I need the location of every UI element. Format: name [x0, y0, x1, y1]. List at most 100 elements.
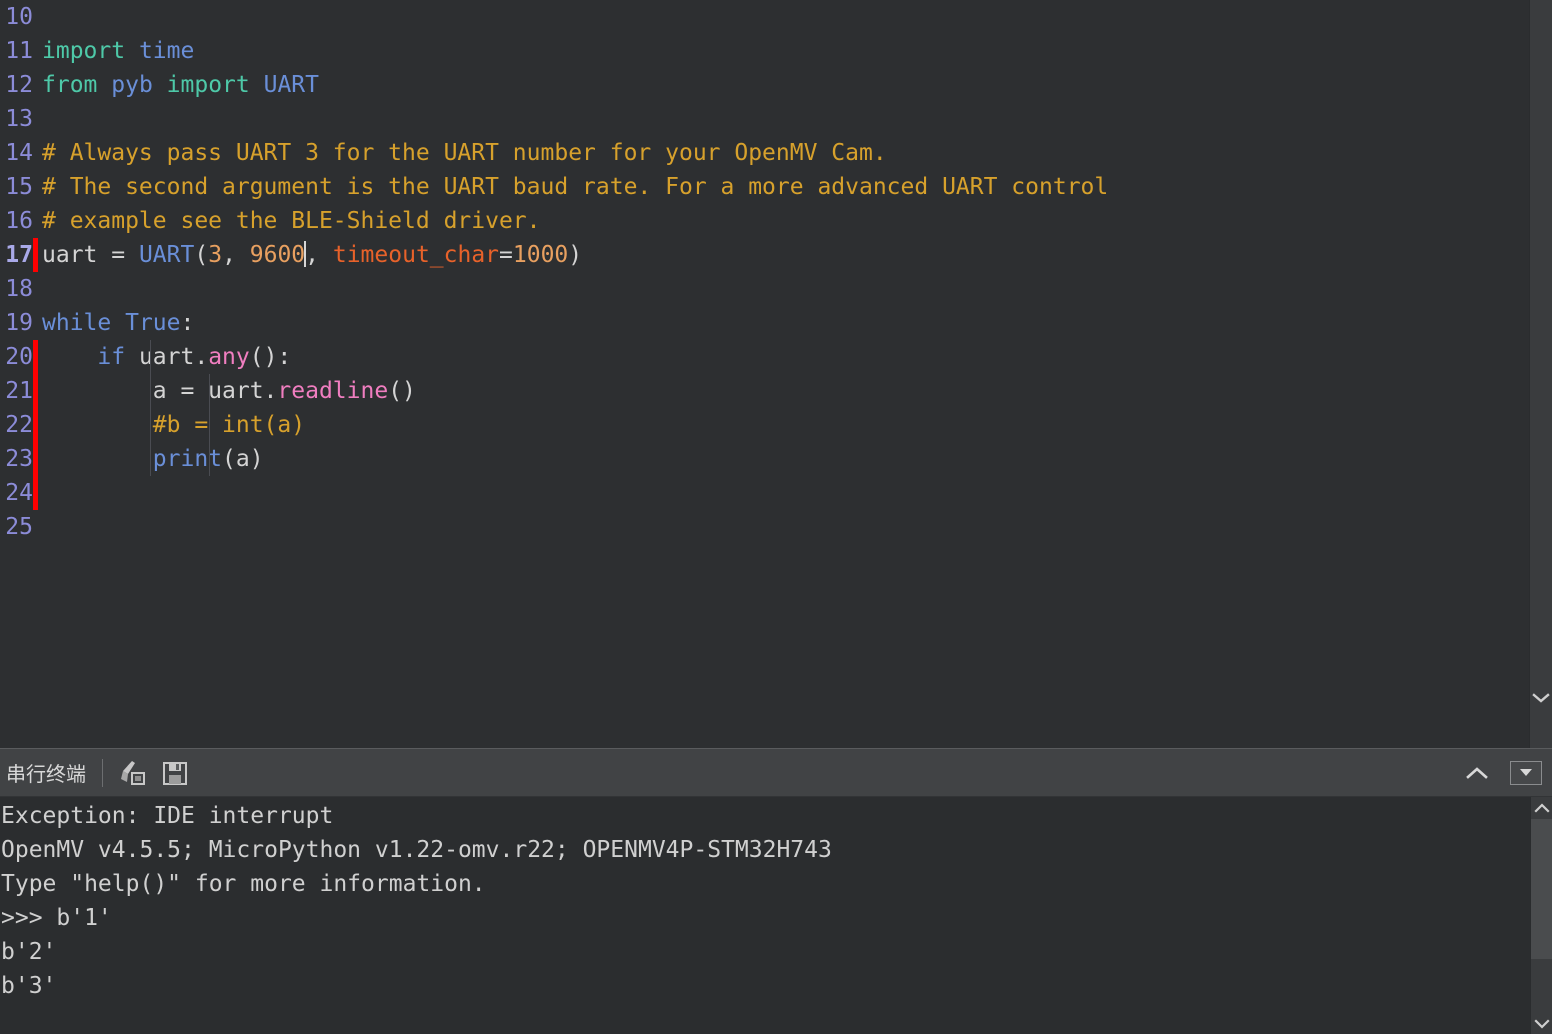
code-line-content[interactable]: # example see the BLE-Shield driver.	[42, 204, 541, 238]
editor-collapse-button[interactable]	[1530, 684, 1552, 712]
change-marker	[33, 476, 38, 510]
line-number: 21	[5, 378, 33, 404]
indent-guide	[150, 442, 151, 476]
code-token: ,	[222, 242, 250, 268]
code-line[interactable]: 22 #b = int(a)	[0, 408, 1528, 442]
code-token: timeout_char	[332, 242, 500, 268]
save-terminal-button[interactable]	[157, 755, 193, 791]
terminal-line: b'3'	[1, 973, 57, 999]
code-line[interactable]: 17 uart = UART(3, 9600, timeout_char=1000…	[0, 238, 1528, 272]
code-line-content[interactable]: import time	[42, 34, 194, 68]
terminal-collapse-button[interactable]	[1454, 755, 1500, 791]
code-token: 1000	[512, 242, 569, 268]
code-token: =	[111, 242, 139, 268]
broom-clear-icon	[121, 760, 145, 785]
code-token: # The second argument is the UART baud r…	[42, 174, 1109, 200]
change-marker	[33, 68, 38, 102]
code-line[interactable]: 15 # The second argument is the UART baud…	[0, 170, 1528, 204]
line-number: 12	[5, 72, 33, 98]
code-line[interactable]: 25	[0, 510, 1528, 544]
code-line[interactable]: 23 print(a)	[0, 442, 1528, 476]
code-line-content[interactable]: while True:	[42, 306, 194, 340]
triangle-down-icon	[1533, 1018, 1550, 1029]
terminal-output-pane[interactable]: Exception: IDE interrupt OpenMV v4.5.5; M…	[0, 797, 1552, 1034]
code-line-content[interactable]: from pyb import UART	[42, 68, 319, 102]
code-token: 9600	[249, 242, 306, 268]
code-token: UART	[263, 72, 319, 98]
code-token: (a)	[222, 446, 264, 472]
code-line[interactable]: 16 # example see the BLE-Shield driver.	[0, 204, 1528, 238]
code-token: uart	[42, 242, 112, 268]
code-token: if	[97, 344, 126, 370]
change-marker	[33, 136, 38, 170]
code-line[interactable]: 20 if uart.any():	[0, 340, 1528, 374]
code-line[interactable]: 12 from pyb import UART	[0, 68, 1528, 102]
code-token: :	[180, 310, 195, 336]
code-line-content[interactable]: if uart.any():	[42, 340, 291, 374]
code-line[interactable]: 24	[0, 476, 1528, 510]
clear-terminal-button[interactable]	[115, 755, 151, 791]
code-line[interactable]: 21 a = uart.readline()	[0, 374, 1528, 408]
line-number: 15	[5, 174, 33, 200]
code-token: )	[568, 242, 583, 268]
code-line-content[interactable]: # The second argument is the UART baud r…	[42, 170, 1108, 204]
code-line[interactable]: 10	[0, 0, 1528, 34]
code-token: UART	[138, 242, 195, 268]
code-line[interactable]: 13	[0, 102, 1528, 136]
line-number: 19	[5, 310, 33, 336]
line-number: 17	[5, 242, 33, 268]
line-number: 25	[5, 514, 33, 540]
code-token: uart.	[125, 344, 209, 370]
terminal-title: 串行终端	[6, 762, 86, 786]
change-marker	[33, 102, 38, 136]
code-line-content[interactable]: a = uart.readline()	[42, 374, 416, 408]
code-line[interactable]: 19 while True:	[0, 306, 1528, 340]
code-text-area[interactable]: 10 11 import time 12 from pyb import UART 13 1…	[0, 0, 1528, 748]
line-number: 11	[5, 38, 33, 64]
code-line-content[interactable]: #b = int(a)	[42, 408, 305, 442]
terminal-menu-button[interactable]	[1510, 760, 1542, 785]
change-marker	[33, 442, 38, 476]
terminal-line: b'2'	[1, 939, 57, 965]
code-line[interactable]: 14 # Always pass UART 3 for the UART numb…	[0, 136, 1528, 170]
indent-guide	[150, 408, 151, 442]
change-marker	[33, 510, 38, 544]
code-token: time	[138, 38, 195, 64]
scrollbar-up-button[interactable]	[1531, 797, 1552, 819]
change-marker	[33, 374, 38, 408]
chevron-up-icon	[1466, 766, 1488, 779]
code-line[interactable]: 18	[0, 272, 1528, 306]
code-token: ():	[249, 344, 292, 370]
code-token: # Always pass UART 3 for the UART number…	[42, 140, 887, 166]
code-token: a = uart.	[42, 378, 278, 404]
scrollbar-thumb[interactable]	[1531, 819, 1552, 959]
code-line-content[interactable]: print(a)	[42, 442, 264, 476]
line-number: 22	[5, 412, 33, 438]
code-token: True	[125, 310, 181, 336]
floppy-save-icon	[163, 761, 187, 785]
change-marker	[33, 34, 38, 68]
code-token: while	[42, 310, 112, 336]
change-marker	[33, 272, 38, 306]
change-marker	[33, 0, 38, 34]
code-line-content[interactable]: # Always pass UART 3 for the UART number…	[42, 136, 887, 170]
chevron-down-icon	[1520, 769, 1532, 776]
code-editor-pane[interactable]: 10 11 import time 12 from pyb import UART 13 1…	[0, 0, 1552, 748]
line-number: 20	[5, 344, 33, 370]
line-number: 18	[5, 276, 33, 302]
terminal-output-text[interactable]: Exception: IDE interrupt OpenMV v4.5.5; M…	[0, 797, 1530, 1003]
line-number: 24	[5, 480, 33, 506]
line-number: 16	[5, 208, 33, 234]
scrollbar-down-button[interactable]	[1531, 1012, 1552, 1034]
code-line[interactable]: 11 import time	[0, 34, 1528, 68]
code-line-content[interactable]: uart = UART(3, 9600, timeout_char=1000)	[42, 238, 582, 272]
indent-guide	[150, 374, 151, 408]
terminal-line: Exception: IDE interrupt	[1, 803, 334, 829]
chevron-down-icon	[1532, 693, 1550, 703]
terminal-scrollbar[interactable]	[1530, 797, 1552, 1034]
